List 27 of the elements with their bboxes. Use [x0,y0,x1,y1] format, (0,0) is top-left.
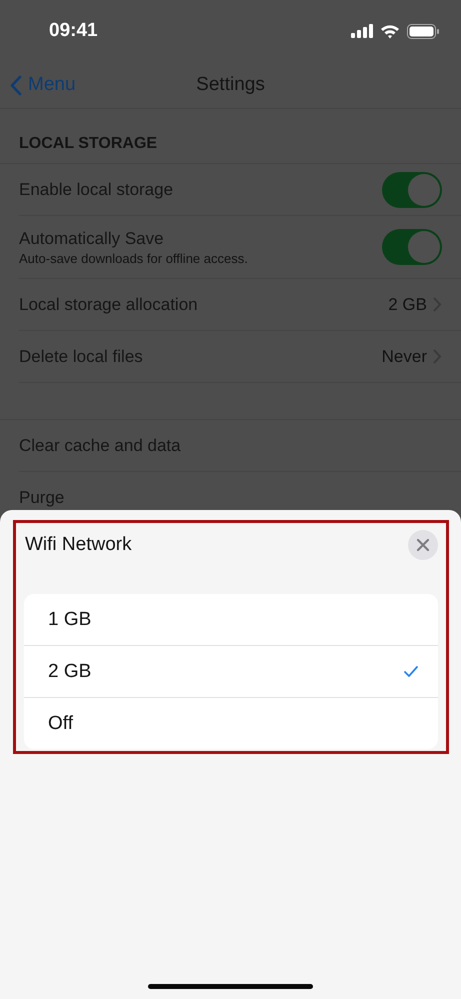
back-chevron-icon [10,74,22,96]
row-value: 2 GB [388,294,427,314]
row-label: Automatically Save [19,228,165,248]
signal-icon [351,24,373,38]
option-label: 1 GB [48,608,92,630]
battery-icon [407,24,439,38]
row-label: Enable local storage [19,180,174,200]
row-value: Never [382,346,427,366]
row-subtitle: Auto-save downloads for offline access. [19,250,249,266]
row-label: Purge [19,488,66,508]
close-icon [416,538,430,552]
toggle-switch[interactable] [382,172,442,208]
page-title: Settings [196,74,265,96]
wifi-icon [380,24,400,38]
option-row[interactable]: 2 GB [24,645,438,697]
toggle-switch[interactable] [382,229,442,265]
row-label: Clear cache and data [19,436,182,456]
status-time: 09:41 [49,20,98,42]
option-row[interactable]: Off [24,697,438,749]
section-header: LOCAL STORAGE [0,109,461,164]
sheet-title: Wifi Network [24,534,132,556]
option-label: 2 GB [48,660,92,682]
close-button[interactable] [408,530,438,560]
row-label: Local storage allocation [19,294,199,314]
option-row[interactable]: 1 GB [24,594,438,645]
row-label: Delete local files [19,346,144,366]
option-label: Off [48,712,73,734]
